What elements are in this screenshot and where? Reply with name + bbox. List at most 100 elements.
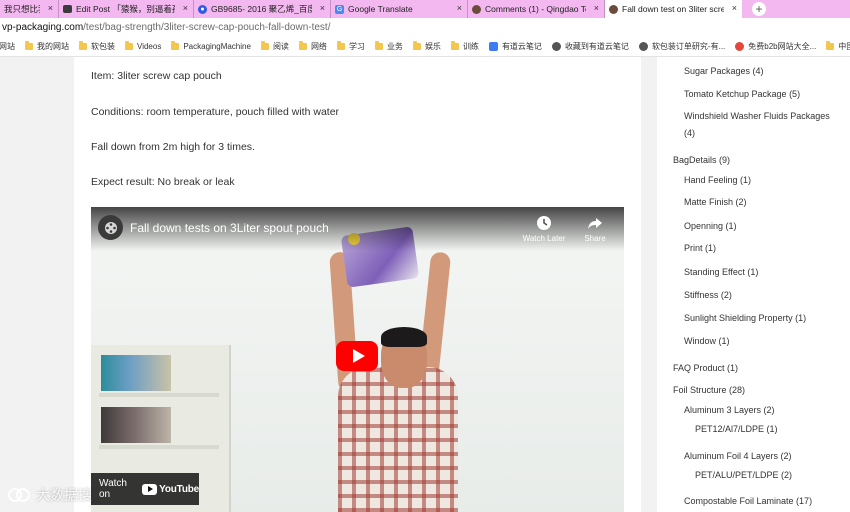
bookmark-folder[interactable]: 中国电子口岸 [826, 41, 850, 52]
close-icon[interactable]: × [594, 3, 599, 13]
bookmark-label: 娱乐 [424, 42, 441, 51]
page-viewport[interactable]: Item: 3liter screw cap pouch Conditions:… [0, 57, 850, 512]
globe-icon [638, 42, 648, 51]
bookmark-item[interactable]: 有道云笔记 [488, 41, 542, 52]
bookmark-label: 免费b2b网站大全... [748, 42, 817, 51]
bookmark-item[interactable]: 收藏到有道云笔记 [551, 41, 629, 52]
bookmark-label: 网络 [310, 42, 327, 51]
bookmark-folder[interactable]: Videos [125, 41, 161, 51]
bookmark-label: 有道云笔记 [501, 42, 542, 51]
bookmark-item[interactable]: 免费b2b网站大全... [735, 41, 816, 52]
category-link[interactable]: Standing Effect (1) [684, 267, 758, 277]
folder-icon [25, 41, 33, 50]
category-link[interactable]: PET/ALU/PET/LDPE (2) [695, 470, 792, 480]
watermark: 大数据搜 [8, 484, 92, 506]
bookmark-label: 阅读 [272, 42, 289, 51]
close-icon[interactable]: × [183, 3, 188, 13]
bookmark-label: 收藏到有道云笔记 [564, 42, 629, 51]
category-link[interactable]: Tomato Ketchup Package (5) [684, 89, 800, 99]
share-button[interactable]: Share [573, 214, 617, 243]
category-link[interactable]: Compostable Foil Laminate (17) [684, 496, 812, 506]
youtube-play-icon [142, 483, 158, 495]
tab-3[interactable]: ● GB9685- 2016 聚乙烯_百度搜索 × [194, 0, 331, 18]
globe-icon [551, 42, 561, 51]
category-link[interactable]: Matte Finish (2) [684, 197, 747, 207]
bookmark-folder[interactable]: 我的网站 [25, 41, 69, 52]
video-person-shirt [338, 367, 458, 512]
clock-icon [535, 214, 553, 232]
folder-icon [412, 41, 421, 50]
close-icon[interactable]: × [732, 3, 737, 13]
watermark-text: 大数据搜 [36, 487, 92, 503]
url-path: /test/bag-strength/3liter-screw-cap-pouc… [83, 22, 331, 33]
bookmark-label: 软包装 [91, 42, 115, 51]
bookmark-label: 业务 [386, 42, 403, 51]
watch-on-youtube-button[interactable]: Watch on YouTube [91, 473, 199, 505]
category-link[interactable]: Openning (1) [684, 221, 737, 231]
bookmark-folder[interactable]: 软包装 [79, 41, 115, 52]
folder-icon [336, 41, 345, 50]
category-link[interactable]: Windshield Washer Fluids Packages (4) [684, 108, 834, 142]
category-link[interactable]: Window (1) [684, 336, 730, 346]
bookmark-item[interactable]: 网站 [0, 41, 15, 52]
bookmark-label: 软包装订单研究-有... [651, 42, 726, 51]
category-link[interactable]: Sugar Packages (4) [684, 66, 764, 76]
watch-later-button[interactable]: Watch Later [522, 214, 566, 243]
tab-1[interactable]: 我只想比我人 × [0, 0, 59, 18]
monitor-icon [63, 5, 72, 13]
close-icon[interactable]: × [320, 3, 325, 13]
tab-6-active[interactable]: Fall down test on 3liter screw c × [605, 0, 742, 18]
category-link[interactable]: PET12/Al7/LDPE (1) [695, 424, 778, 434]
tab-title: Comments (1) - Qingdao Tong [485, 4, 586, 14]
folder-icon [125, 41, 133, 50]
site-icon [735, 42, 745, 51]
film-reel-icon [104, 221, 117, 234]
bookmark-label: 训练 [462, 42, 479, 51]
channel-avatar-icon[interactable] [98, 215, 123, 240]
bookmark-folder[interactable]: 业务 [374, 41, 403, 52]
folder-icon [826, 41, 835, 50]
video-shelf [99, 445, 219, 449]
category-link[interactable]: Aluminum Foil 4 Layers (2) [684, 451, 792, 461]
tab-4[interactable]: G Google Translate × [331, 0, 468, 18]
category-link[interactable]: Sunlight Shielding Property (1) [684, 313, 806, 323]
close-icon[interactable]: × [48, 3, 53, 13]
bookmark-folder[interactable]: 网络 [298, 41, 327, 52]
watermark-logo-icon [8, 488, 30, 502]
address-bar[interactable]: vp-packaging.com/test/bag-strength/3lite… [0, 18, 850, 37]
video-title-link[interactable]: Fall down tests on 3Liter spout pouch [130, 221, 329, 235]
share-arrow-icon [586, 214, 604, 232]
folder-icon [374, 41, 383, 50]
tab-title: Fall down test on 3liter screw c [622, 4, 724, 14]
category-link[interactable]: BagDetails (9) [673, 155, 730, 165]
new-tab-button[interactable]: + [750, 0, 768, 18]
category-link[interactable]: Stiffness (2) [684, 290, 732, 300]
test-method-text: Fall down from 2m high for 3 times. [91, 141, 255, 153]
site-icon [609, 4, 618, 14]
video-shelf-items [101, 407, 171, 443]
youdao-note-icon [488, 42, 498, 51]
bookmark-label: 中国电子口岸 [838, 42, 850, 51]
category-link[interactable]: Aluminum 3 Layers (2) [684, 405, 775, 415]
category-link[interactable]: Print (1) [684, 243, 716, 253]
folder-icon [171, 41, 180, 50]
bookmark-folder[interactable]: 学习 [336, 41, 365, 52]
category-link[interactable]: Foil Structure (28) [673, 385, 745, 395]
bookmark-folder[interactable]: 娱乐 [412, 41, 441, 52]
bookmark-item[interactable]: 软包装订单研究-有... [638, 41, 726, 52]
category-link[interactable]: FAQ Product (1) [673, 363, 738, 373]
youtube-video-embed[interactable]: Fall down tests on 3Liter spout pouch Wa… [91, 207, 624, 512]
folder-icon [79, 41, 87, 50]
bookmark-folder[interactable]: PackagingMachine [171, 41, 251, 51]
bookmark-folder[interactable]: 阅读 [260, 41, 289, 52]
tab-2[interactable]: Edit Post 「猿猴，别逼着孩子叫 × [59, 0, 194, 18]
tab-5[interactable]: Comments (1) - Qingdao Tong × [468, 0, 605, 18]
google-translate-icon: G [335, 4, 344, 14]
category-link[interactable]: Hand Feeling (1) [684, 175, 751, 185]
play-button[interactable] [336, 341, 378, 371]
article-content: Item: 3liter screw cap pouch Conditions:… [74, 57, 641, 512]
bookmark-folder[interactable]: 训练 [450, 41, 479, 52]
tab-title: Edit Post 「猿猴，别逼着孩子叫 [76, 4, 175, 14]
share-label: Share [584, 234, 606, 243]
close-icon[interactable]: × [457, 3, 462, 13]
